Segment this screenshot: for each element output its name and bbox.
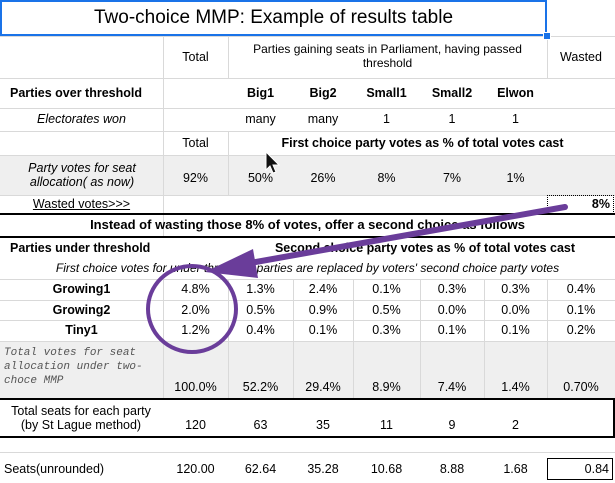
under-value: 0.0%	[437, 302, 467, 317]
electorates-value: 1	[383, 112, 390, 127]
electorates-value: 1	[448, 112, 456, 127]
wasted-votes-value: 8%	[591, 197, 610, 212]
unrounded-value: 35.28	[307, 461, 339, 476]
header-total: Total	[182, 49, 209, 64]
parties-under-label: Parties under threshold	[10, 241, 151, 256]
under-party-name: Growing2	[52, 302, 111, 317]
total-seats-label: Total seats for each party (by St Lague …	[11, 403, 151, 432]
unrounded-total: 120.00	[176, 461, 215, 476]
second-choice-title: Second choice party votes as % of total …	[274, 241, 576, 256]
under-total: 1.2%	[181, 323, 210, 338]
electorates-value: many	[245, 112, 276, 127]
party-name: Elwon	[497, 85, 534, 100]
party-votes-label: Party votes for seat allocation( as now)	[28, 160, 136, 189]
electorates-label: Electorates won	[37, 112, 126, 127]
under-party-name: Tiny1	[65, 323, 98, 338]
total-seats-value: 63	[253, 417, 268, 432]
under-wasted: 0.4%	[566, 282, 596, 297]
wasted-votes-label: Wasted votes>>>	[32, 197, 131, 212]
under-party-name: Growing1	[52, 282, 111, 297]
party-votes-value: 1%	[506, 171, 525, 186]
parties-over-label: Parties over threshold	[10, 85, 142, 100]
header-wasted: Wasted	[560, 49, 602, 64]
under-value: 0.1%	[372, 282, 401, 297]
under-value: 0.0%	[501, 302, 530, 317]
party-votes-value: 7%	[442, 171, 462, 186]
under-value: 0.3%	[372, 323, 401, 338]
under-value: 0.9%	[308, 302, 338, 317]
total-votes-label: Total votes for seat allocation under tw…	[4, 347, 143, 387]
party-votes-value: 50%	[247, 171, 274, 186]
unrounded-value: 8.88	[439, 461, 465, 476]
under-total: 2.0%	[181, 302, 210, 317]
total-votes-value: 7.4%	[437, 379, 467, 394]
party-votes-value: 26%	[310, 171, 336, 186]
under-total: 4.8%	[181, 282, 210, 297]
under-wasted: 0.2%	[566, 323, 596, 338]
page-title: Two-choice MMP: Example of results table	[0, 0, 547, 36]
unrounded-value: 10.68	[370, 461, 403, 476]
party-name: Big2	[309, 85, 337, 100]
under-value: 0.5%	[246, 302, 275, 317]
first-choice-title: First choice party votes as % of total v…	[281, 135, 564, 150]
under-wasted: 0.1%	[566, 302, 596, 317]
under-value: 0.3%	[437, 282, 467, 297]
total-votes-total: 100.0%	[174, 379, 217, 394]
total-votes-value: 1.4%	[501, 379, 530, 394]
party-votes-value: 8%	[377, 171, 396, 186]
under-value: 0.3%	[501, 282, 530, 297]
total-seats-value: 2	[512, 417, 519, 432]
total-seats-total: 120	[185, 417, 206, 432]
total-seats-value: 9	[448, 417, 456, 432]
total-votes-value: 29.4%	[305, 379, 341, 394]
unrounded-value: 62.64	[244, 461, 277, 476]
header-parties-gaining: Parties gaining seats in Parliament, hav…	[253, 42, 522, 70]
party-name: Small1	[366, 85, 407, 100]
under-value: 0.4%	[246, 323, 275, 338]
party-name: Big1	[246, 85, 275, 100]
total-votes-wasted: 0.70%	[563, 379, 599, 394]
under-value: 0.1%	[308, 323, 338, 338]
electorates-value: 1	[512, 112, 519, 127]
first-choice-total: Total	[182, 135, 209, 150]
under-value: 0.5%	[372, 302, 401, 317]
total-votes-value: 8.9%	[372, 379, 401, 394]
note-text: First choice votes for under threshold p…	[55, 261, 560, 276]
total-votes-value: 52.2%	[242, 379, 279, 394]
unrounded-wasted: 0.84	[584, 461, 609, 476]
total-seats-value: 35	[316, 417, 330, 432]
electorates-value: many	[307, 112, 339, 127]
party-votes-total: 92%	[182, 171, 209, 186]
unrounded-value: 1.68	[503, 461, 528, 476]
party-name: Small2	[431, 85, 473, 100]
total-seats-value: 11	[380, 417, 393, 432]
under-value: 0.1%	[501, 323, 530, 338]
banner-text: Instead of wasting those 8% of votes, of…	[90, 217, 525, 233]
under-value: 0.1%	[437, 323, 467, 338]
unrounded-label: Seats(unrounded)	[4, 461, 105, 476]
under-value: 2.4%	[308, 282, 338, 297]
under-value: 1.3%	[246, 282, 275, 297]
